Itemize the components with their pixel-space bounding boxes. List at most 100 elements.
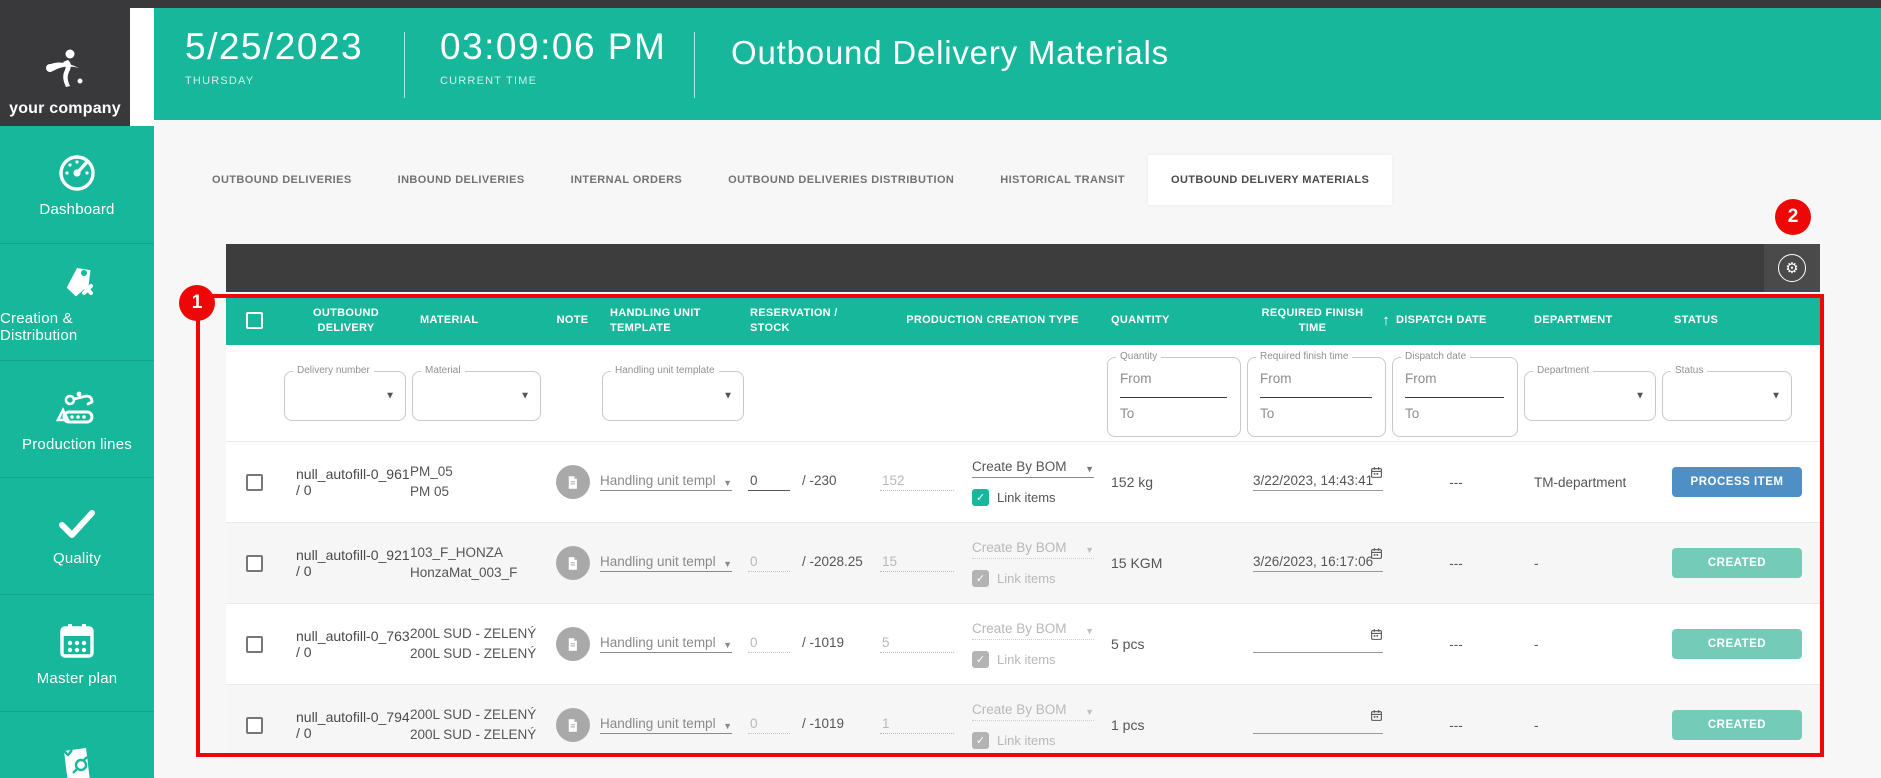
tab-internal-orders[interactable]: INTERNAL ORDERS: [548, 155, 706, 205]
note-icon[interactable]: [555, 465, 590, 499]
quantity-value: 1 pcs: [1111, 717, 1145, 733]
sidebar-item-label: Master plan: [36, 669, 118, 687]
row-checkbox[interactable]: [245, 716, 263, 734]
reservation-total: / -1019: [802, 635, 845, 650]
col-dispatch-date: DISPATCH DATE: [1396, 314, 1487, 327]
stock-input[interactable]: 5: [880, 635, 954, 653]
handling-unit-select[interactable]: Handling unit templ ▼: [600, 473, 732, 491]
gauge-icon: [59, 155, 95, 191]
stock-input[interactable]: 152: [880, 473, 954, 491]
sidebar-item-production-lines[interactable]: Production lines: [0, 360, 154, 477]
col-note: NOTE: [556, 314, 589, 327]
note-icon[interactable]: [555, 627, 590, 661]
sidebar-item-quality[interactable]: Quality: [0, 477, 154, 594]
finish-time-input[interactable]: 3/22/2023, 14:43:41: [1253, 467, 1383, 491]
col-outbound-delivery: OUTBOUND DELIVERY: [313, 306, 379, 334]
link-items-label: Link items: [997, 570, 1056, 586]
status-button[interactable]: CREATED: [1672, 629, 1802, 659]
dispatch-date-value: ---: [1449, 555, 1463, 571]
reservation-input[interactable]: 0: [748, 716, 790, 734]
header-date-block: 5/25/2023 THURSDAY: [185, 26, 364, 87]
col-production-creation-type: PRODUCTION CREATION TYPE: [906, 314, 1079, 327]
tab-inbound-deliveries[interactable]: INBOUND DELIVERIES: [375, 155, 548, 205]
table-toolbar: ⚙: [226, 244, 1820, 292]
tab-outbound-deliveries[interactable]: OUTBOUND DELIVERIES: [189, 155, 375, 205]
creation-type-select[interactable]: Create By BOM ▼: [972, 621, 1094, 640]
handling-unit-select[interactable]: Handling unit templ ▼: [600, 716, 732, 734]
tab-outbound-deliveries-distribution[interactable]: OUTBOUND DELIVERIES DISTRIBUTION: [705, 155, 977, 205]
quantity-to-input[interactable]: To: [1120, 406, 1134, 421]
sidebar-item-label: Creation & Distribution: [0, 310, 78, 344]
department-filter[interactable]: Department ▼: [1524, 365, 1656, 421]
select-all-checkbox[interactable]: [245, 312, 263, 329]
chevron-down-icon: ▼: [385, 390, 395, 402]
link-items-checkbox[interactable]: ✓: [972, 650, 989, 668]
dispatch-date-from-input[interactable]: From: [1405, 371, 1437, 386]
table-filter-row: Delivery number ▼ Material ▼ Handling un…: [226, 345, 1820, 441]
chevron-down-icon: ▼: [723, 640, 732, 650]
row-checkbox[interactable]: [245, 554, 263, 572]
row-checkbox[interactable]: [245, 635, 263, 653]
handling-unit-template-filter[interactable]: Handling unit template ▼: [602, 365, 744, 421]
note-icon[interactable]: [555, 546, 590, 580]
current-day: THURSDAY: [185, 74, 255, 87]
stock-input[interactable]: 15: [880, 554, 954, 572]
handling-unit-select[interactable]: Handling unit templ ▼: [600, 554, 732, 572]
header-divider: [404, 32, 405, 98]
status-filter[interactable]: Status ▼: [1662, 365, 1792, 421]
row-checkbox[interactable]: [245, 473, 263, 491]
chevron-down-icon: ▼: [520, 390, 530, 402]
status-button[interactable]: CREATED: [1672, 548, 1802, 578]
quantity-from-input[interactable]: From: [1120, 371, 1152, 386]
materials-table: OUTBOUND DELIVERY MATERIAL NOTE HANDLING…: [226, 296, 1820, 765]
quantity-value: 5 pcs: [1111, 636, 1145, 652]
finish-time-input[interactable]: [1253, 629, 1383, 653]
chevron-down-icon: ▼: [1635, 390, 1645, 402]
tab-bar: OUTBOUND DELIVERIES INBOUND DELIVERIES I…: [154, 155, 1881, 205]
table-row: null_autofill-0_794 / 0 200L SUD - ZELEN…: [226, 684, 1820, 765]
annotation-badge-2: 2: [1775, 199, 1811, 235]
status-button[interactable]: PROCESS ITEM: [1672, 467, 1802, 497]
sidebar-item-master-plan[interactable]: Master plan: [0, 594, 154, 711]
delivery-number-filter[interactable]: Delivery number ▼: [284, 365, 406, 421]
window-top-strip: [0, 0, 1881, 8]
handling-unit-select[interactable]: Handling unit templ ▼: [600, 635, 732, 653]
link-items-checkbox[interactable]: ✓: [972, 731, 989, 749]
creation-type-select[interactable]: Create By BOM ▼: [972, 540, 1094, 559]
creation-type-select[interactable]: Create By BOM ▼: [972, 459, 1094, 478]
reservation-total: / -1019: [802, 716, 845, 731]
dispatch-date-to-input[interactable]: To: [1405, 406, 1419, 421]
department-value: TM-department: [1534, 474, 1627, 490]
finish-time-to-input[interactable]: To: [1260, 406, 1274, 421]
reservation-input[interactable]: 0: [748, 473, 790, 491]
reservation-input[interactable]: 0: [748, 554, 790, 572]
col-required-finish-time[interactable]: REQUIRED FINISH TIME ↑: [1245, 306, 1390, 336]
note-icon[interactable]: [555, 708, 590, 742]
creation-type-select[interactable]: Create By BOM ▼: [972, 702, 1094, 721]
gear-icon: ⚙: [1778, 254, 1806, 282]
sort-ascending-icon[interactable]: ↑: [1382, 310, 1390, 330]
finish-time-from-input[interactable]: From: [1260, 371, 1292, 386]
link-items-label: Link items: [997, 651, 1056, 667]
required-finish-time-range-filter: Required finish time From To: [1247, 351, 1386, 437]
settings-button[interactable]: ⚙: [1764, 244, 1820, 292]
material-filter[interactable]: Material ▼: [412, 365, 541, 421]
sidebar-item-partial[interactable]: [0, 711, 154, 778]
current-date: 5/25/2023: [185, 26, 364, 67]
tab-historical-transit[interactable]: HISTORICAL TRANSIT: [977, 155, 1148, 205]
finish-time-input[interactable]: [1253, 710, 1383, 734]
finish-time-input[interactable]: 3/26/2023, 16:17:06: [1253, 548, 1383, 572]
link-items-checkbox[interactable]: ✓: [972, 488, 989, 506]
material-value: 200L SUD - ZELENÝ 200L SUD - ZELENÝ: [410, 625, 537, 661]
calendar-icon: [1371, 629, 1382, 640]
company-logo: your company: [0, 8, 130, 126]
sidebar-item-creation-distribution[interactable]: Creation & Distribution: [0, 243, 154, 360]
stock-input[interactable]: 1: [880, 716, 954, 734]
tab-outbound-delivery-materials[interactable]: OUTBOUND DELIVERY MATERIALS: [1148, 155, 1393, 205]
reservation-input[interactable]: 0: [748, 635, 790, 653]
link-items-checkbox[interactable]: ✓: [972, 569, 989, 587]
status-button[interactable]: CREATED: [1672, 710, 1802, 740]
page-title: Outbound Delivery Materials: [731, 34, 1169, 71]
sidebar-item-dashboard[interactable]: Dashboard: [0, 126, 154, 243]
outbound-delivery-value: null_autofill-0_763 / 0: [296, 628, 410, 660]
